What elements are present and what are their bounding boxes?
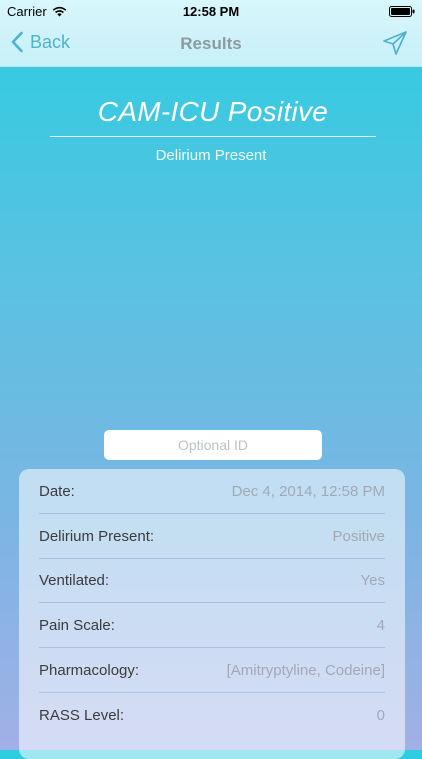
detail-value: 4 (376, 616, 385, 634)
detail-label: Pain Scale: (39, 616, 115, 634)
detail-row-rass-level: RASS Level: 0 (39, 693, 385, 737)
detail-label: Date: (39, 482, 75, 500)
detail-value: Dec 4, 2014, 12:58 PM (231, 482, 385, 500)
detail-row-date: Date: Dec 4, 2014, 12:58 PM (39, 469, 385, 514)
detail-label: Ventilated: (39, 571, 110, 589)
detail-label: Pharmacology: (39, 661, 140, 679)
detail-row-ventilated: Ventilated: Yes (39, 558, 385, 603)
status-time: 12:58 PM (182, 4, 240, 19)
detail-value: Yes (360, 571, 385, 589)
send-icon[interactable] (382, 30, 408, 56)
detail-value: Positive (332, 527, 385, 545)
detail-row-pharmacology: Pharmacology: [Amitryptyline, Codeine] (39, 648, 385, 693)
detail-row-delirium: Delirium Present: Positive (39, 514, 385, 559)
result-subtitle: Delirium Present (155, 147, 267, 164)
result-title: CAM-ICU Positive (97, 96, 329, 127)
top-bar: Carrier 12:58 PM Back Results (0, 0, 422, 67)
detail-value: 0 (376, 706, 385, 724)
page-title: Results (180, 34, 242, 53)
details-card: Date: Dec 4, 2014, 12:58 PM Delirium Pre… (19, 469, 405, 759)
detail-row-pain-scale: Pain Scale: 4 (39, 603, 385, 648)
detail-label: Delirium Present: (39, 527, 155, 545)
battery-icon (389, 6, 415, 17)
detail-value: [Amitryptyline, Codeine] (226, 661, 385, 679)
nav-bar: Back Results (0, 22, 422, 66)
title-divider (50, 136, 376, 137)
status-bar: Carrier 12:58 PM (0, 0, 422, 22)
detail-label: RASS Level: (39, 706, 125, 724)
optional-id-input[interactable] (104, 430, 322, 460)
